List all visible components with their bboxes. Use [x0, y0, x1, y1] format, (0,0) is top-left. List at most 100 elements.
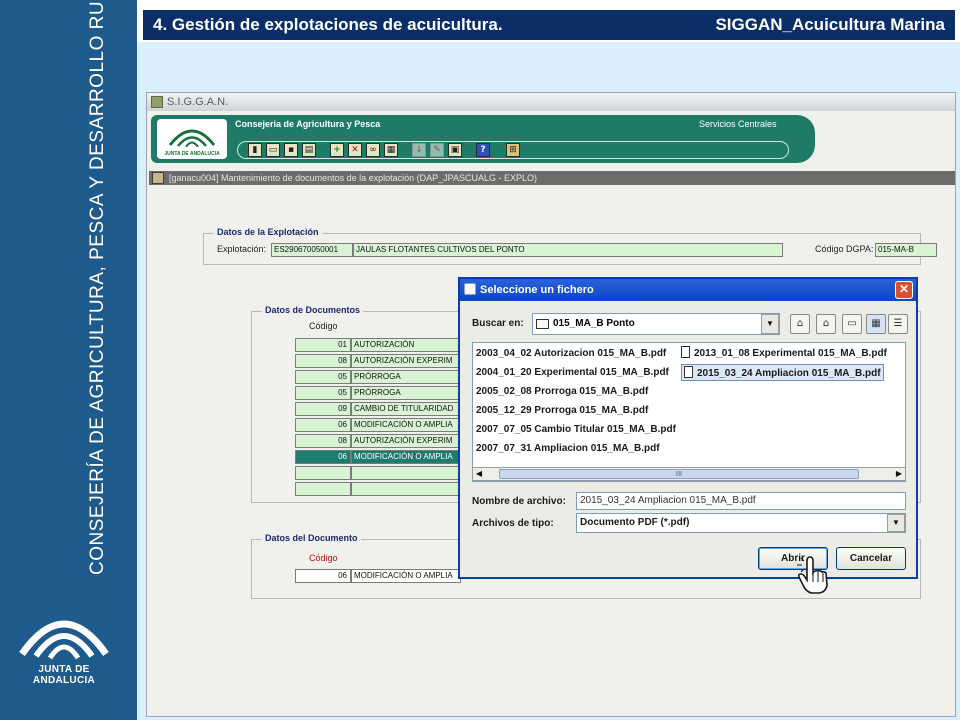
main-toolbar: ▮ ▭ ▪ ▤ + ✕ ∞ ▦ ↓ ✎ ▣ ? ⊞ — [237, 141, 789, 159]
filename-input[interactable]: 2015_03_24 Ampliacion 015_MA_B.pdf — [576, 492, 906, 510]
file-item[interactable]: 2013_01_08 Experimental 015_MA_B.pdf — [681, 345, 887, 362]
documento-code-label: Código — [309, 553, 338, 563]
exit-icon[interactable]: ▮ — [248, 143, 262, 157]
folder-icon — [536, 319, 549, 329]
up-folder-icon[interactable]: ⌂ — [790, 314, 810, 334]
documentos-group-title: Datos de Documentos — [262, 305, 364, 315]
scroll-left-icon[interactable]: ◀ — [473, 468, 485, 480]
documento-desc-field[interactable]: MODIFICACIÓN O AMPLIA — [351, 569, 461, 583]
lookin-label: Buscar en: — [472, 318, 524, 329]
junta-logo-text: JUNTA DE ANDALUCIA — [32, 664, 96, 686]
file-item[interactable]: 2003_04_02 Autorizacion 015_MA_B.pdf — [476, 345, 666, 362]
edit-icon[interactable]: ✎ — [430, 143, 444, 157]
documentos-code-header: Código — [309, 321, 338, 331]
dgpa-field[interactable]: 015-MA-B — [875, 243, 937, 257]
documentos-row-desc[interactable] — [351, 482, 461, 496]
documentos-row-desc[interactable]: CAMBIO DE TITULARIDAD — [351, 402, 461, 416]
dialog-title: Seleccione un fichero — [480, 284, 594, 296]
file-item[interactable]: 2015_03_24 Ampliacion 015_MA_B.pdf — [681, 364, 884, 381]
calendar-icon[interactable]: ▣ — [448, 143, 462, 157]
report-icon[interactable]: ▦ — [384, 143, 398, 157]
documentos-row-desc[interactable]: PRÓRROGA — [351, 386, 461, 400]
chevron-down-icon[interactable]: ▼ — [761, 314, 779, 334]
explotacion-code-field[interactable]: ES290670050001 — [271, 243, 353, 257]
slide-system-name: SIGGAN_Acuicultura Marina — [715, 15, 945, 34]
file-item[interactable]: 2007_07_31 Ampliacion 015_MA_B.pdf — [476, 440, 660, 457]
documentos-row-code[interactable]: 01 — [295, 338, 351, 352]
documentos-row-desc[interactable]: PRÓRROGA — [351, 370, 461, 384]
documentos-row-desc[interactable]: AUTORIZACIÓN EXPERIM — [351, 354, 461, 368]
filetype-combo[interactable]: Documento PDF (*.pdf) ▼ — [576, 513, 906, 533]
file-name: 2003_04_02 Autorizacion 015_MA_B.pdf — [476, 348, 667, 359]
subwindow-title: [ganacu004] Mantenimiento de documentos … — [169, 173, 538, 183]
file-chooser-dialog: Seleccione un fichero ✕ Buscar en: 015_M… — [458, 277, 918, 579]
file-list: 2003_04_02 Autorizacion 015_MA_B.pdf 2004… — [472, 342, 906, 482]
explotacion-label: Explotación: — [217, 244, 267, 254]
pdf-file-icon — [681, 346, 690, 358]
file-item[interactable]: 2005_12_29 Prorroga 015_MA_B.pdf — [476, 402, 648, 419]
file-item[interactable]: 2005_02_08 Prorroga 015_MA_B.pdf — [476, 383, 648, 400]
help-icon[interactable]: ? — [476, 143, 490, 157]
documentos-row-code[interactable]: 06 — [295, 450, 351, 464]
down-arrow-icon[interactable]: ↓ — [412, 143, 426, 157]
documentos-row-code[interactable] — [295, 482, 351, 496]
scroll-right-icon[interactable]: ▶ — [893, 468, 905, 480]
dialog-title-bar[interactable]: Seleccione un fichero ✕ — [460, 279, 916, 301]
tree-icon[interactable]: ⊞ — [506, 143, 520, 157]
filetype-value: Documento PDF (*.pdf) — [580, 517, 690, 528]
horizontal-scrollbar[interactable]: ◀ III ▶ — [472, 467, 906, 481]
new-folder-icon[interactable]: ▭ — [842, 314, 862, 334]
file-name: 2005_12_29 Prorroga 015_MA_B.pdf — [476, 405, 649, 416]
file-item[interactable]: 2004_01_20 Experimental 015_MA_B.pdf — [476, 364, 669, 381]
documentos-row-code[interactable] — [295, 466, 351, 480]
file-item[interactable]: 2007_07_05 Cambio Titular 015_MA_B.pdf — [476, 421, 676, 438]
documentos-row-code[interactable]: 05 — [295, 386, 351, 400]
documentos-row-desc[interactable]: AUTORIZACIÓN — [351, 338, 461, 352]
file-name: 2007_07_31 Ampliacion 015_MA_B.pdf — [476, 443, 660, 454]
banner-logo: JUNTA DE ANDALUCIA — [157, 119, 227, 159]
slide-title-bar: 4. Gestión de explotaciones de acuicultu… — [143, 10, 955, 40]
cancel-button[interactable]: Cancelar — [836, 547, 906, 570]
file-name: 2015_03_24 Ampliacion 015_MA_B.pdf — [697, 368, 881, 379]
home-icon[interactable]: ⌂ — [816, 314, 836, 334]
left-brand-panel: CONSEJERÍA DE AGRICULTURA, PESCA Y DESAR… — [0, 0, 137, 720]
documentos-row-code[interactable]: 08 — [295, 434, 351, 448]
documentos-row-desc[interactable]: MODIFICACIÓN O AMPLIA — [351, 418, 461, 432]
search-binoculars-icon[interactable]: ∞ — [366, 143, 380, 157]
documentos-row-code[interactable]: 08 — [295, 354, 351, 368]
java-app-icon — [151, 96, 163, 108]
add-icon[interactable]: + — [330, 143, 344, 157]
banner-services: Servicios Centrales — [699, 119, 777, 129]
scroll-thumb[interactable]: III — [499, 469, 859, 479]
close-icon[interactable]: ✕ — [895, 281, 913, 299]
filename-label: Nombre de archivo: — [472, 496, 566, 507]
open-folder-icon[interactable]: ▭ — [266, 143, 280, 157]
documento-code-field[interactable]: 06 — [295, 569, 351, 583]
details-view-icon[interactable]: ☰ — [888, 314, 908, 334]
slide-title: 4. Gestión de explotaciones de acuicultu… — [153, 15, 503, 34]
documentos-row-code[interactable]: 09 — [295, 402, 351, 416]
explotacion-group-title: Datos de la Explotación — [214, 227, 322, 237]
print-icon[interactable]: ▤ — [302, 143, 316, 157]
documentos-row-desc[interactable]: AUTORIZACIÓN EXPERIM — [351, 434, 461, 448]
chevron-down-icon[interactable]: ▼ — [887, 514, 905, 532]
junta-andalucia-logo-icon — [19, 620, 109, 660]
banner-org-name: Consejeria de Agricultura y Pesca — [235, 119, 381, 129]
documentos-row-code[interactable]: 05 — [295, 370, 351, 384]
file-name: 2004_01_20 Experimental 015_MA_B.pdf — [476, 367, 669, 378]
delete-icon[interactable]: ✕ — [348, 143, 362, 157]
documentos-row-desc[interactable]: MODIFICACIÓN O AMPLIA — [351, 450, 461, 464]
lookin-combo[interactable]: 015_MA_B Ponto ▼ — [532, 313, 780, 335]
save-icon[interactable]: ▪ — [284, 143, 298, 157]
dgpa-label: Código DGPA: — [815, 244, 874, 254]
documentos-row-code[interactable]: 06 — [295, 418, 351, 432]
banner-logo-text: JUNTA DE ANDALUCIA — [164, 151, 220, 157]
list-view-icon[interactable]: ▦ — [866, 314, 886, 334]
filetype-label: Archivos de tipo: — [472, 518, 554, 529]
documentos-row-desc[interactable] — [351, 466, 461, 480]
app-title-bar[interactable]: S.I.G.G.A.N. — [147, 93, 955, 111]
subwindow-title-bar[interactable]: [ganacu004] Mantenimiento de documentos … — [149, 171, 955, 185]
lookin-value: 015_MA_B Ponto — [553, 318, 635, 329]
explotacion-name-field[interactable]: JAULAS FLOTANTES CULTIVOS DEL PONTO — [353, 243, 783, 257]
app-title: S.I.G.G.A.N. — [167, 96, 229, 108]
